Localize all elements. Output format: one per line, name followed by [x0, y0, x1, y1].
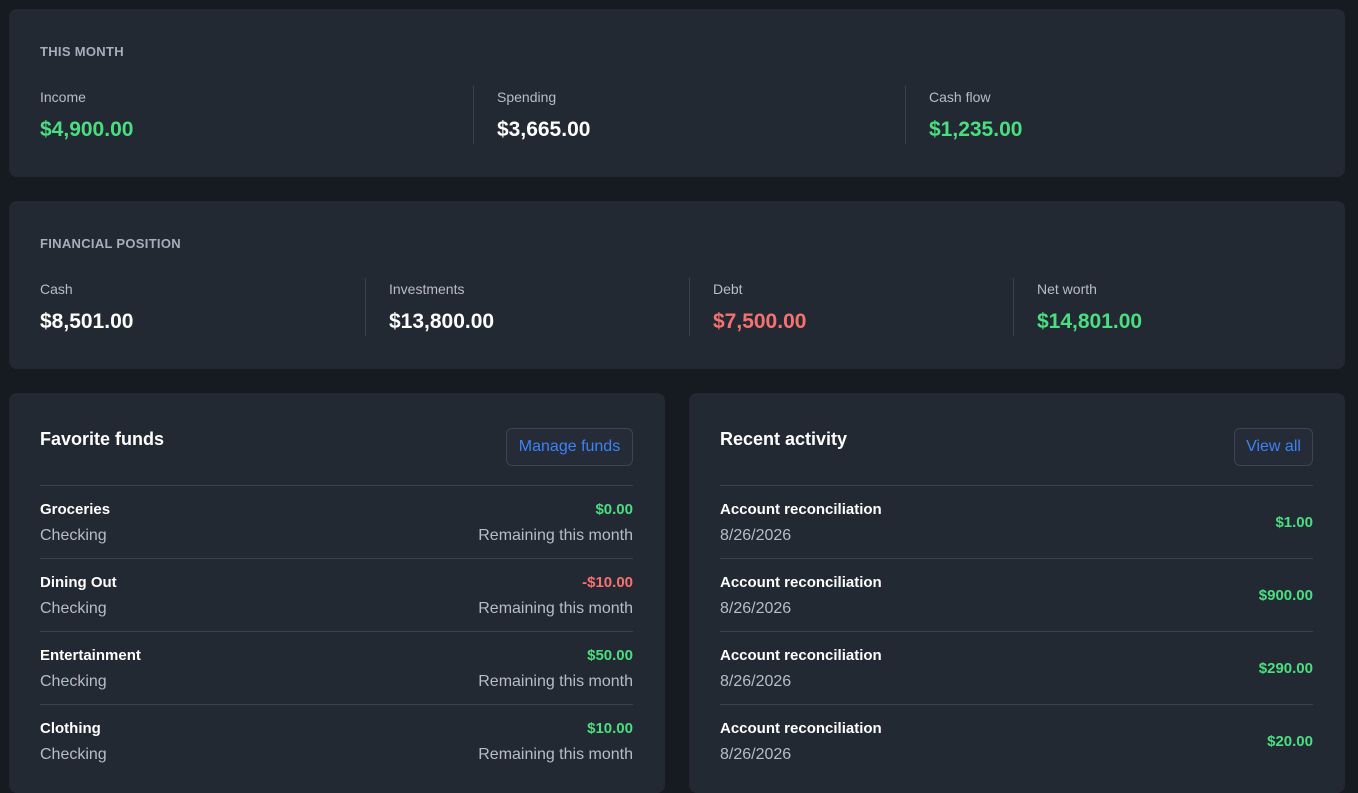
activity-row[interactable]: Account reconciliation 8/26/2026 $20.00 [720, 704, 1313, 777]
fund-amount: $10.00 [587, 720, 633, 737]
fund-name: Dining Out [40, 574, 117, 591]
fund-account: Checking [40, 746, 107, 763]
stat-spending: Spending $3,665.00 [473, 87, 590, 143]
activity-row[interactable]: Account reconciliation 8/26/2026 $1.00 [720, 485, 1313, 558]
activity-amount: $20.00 [1267, 733, 1313, 750]
activity-list: Account reconciliation 8/26/2026 $1.00 A… [720, 485, 1313, 777]
fund-row[interactable]: Clothing Checking $10.00 Remaining this … [40, 704, 633, 777]
activity-row[interactable]: Account reconciliation 8/26/2026 $900.00 [720, 558, 1313, 631]
fund-name: Entertainment [40, 647, 141, 664]
activity-description: Account reconciliation [720, 501, 882, 518]
fund-hint: Remaining this month [478, 746, 633, 763]
stat-debt: Debt $7,500.00 [689, 279, 806, 335]
fund-hint: Remaining this month [478, 673, 633, 690]
stat-value: $3,665.00 [497, 118, 591, 141]
activity-description: Account reconciliation [720, 647, 882, 664]
stat-label: Investments [389, 281, 465, 297]
fund-row[interactable]: Dining Out Checking -$10.00 Remaining th… [40, 558, 633, 631]
stat-label: Spending [497, 89, 557, 105]
recent-activity-panel: Recent activity View all Account reconci… [689, 393, 1345, 793]
fund-name: Clothing [40, 720, 101, 737]
fund-row[interactable]: Entertainment Checking $50.00 Remaining … [40, 631, 633, 704]
financial-position-card: FINANCIAL POSITION Cash $8,501.00 Invest… [9, 201, 1345, 369]
section-label: THIS MONTH [40, 44, 124, 59]
stat-cash: Cash $8,501.00 [40, 279, 133, 335]
fund-account: Checking [40, 600, 107, 617]
stat-value: $4,900.00 [40, 118, 134, 141]
activity-amount: $1.00 [1275, 514, 1313, 531]
activity-description: Account reconciliation [720, 574, 882, 591]
activity-date: 8/26/2026 [720, 673, 792, 690]
stat-label: Cash [40, 281, 73, 297]
stat-value: $1,235.00 [929, 118, 1023, 141]
fund-amount: -$10.00 [582, 574, 633, 591]
stat-value: $8,501.00 [40, 310, 134, 333]
panel-title: Favorite funds [40, 429, 165, 449]
activity-date: 8/26/2026 [720, 527, 792, 544]
fund-amount: $50.00 [587, 647, 633, 664]
stat-label: Net worth [1037, 281, 1097, 297]
fund-account: Checking [40, 673, 107, 690]
stat-label: Income [40, 89, 86, 105]
stat-label: Debt [713, 281, 743, 297]
this-month-card: THIS MONTH Income $4,900.00 Spending $3,… [9, 9, 1345, 177]
fund-name: Groceries [40, 501, 111, 518]
activity-amount: $290.00 [1258, 660, 1313, 677]
fund-list: Groceries Checking $0.00 Remaining this … [40, 485, 633, 777]
stat-cash-flow: Cash flow $1,235.00 [905, 87, 1022, 143]
stat-value: $7,500.00 [713, 310, 807, 333]
stat-net-worth: Net worth $14,801.00 [1013, 279, 1142, 335]
view-all-button[interactable]: View all [1234, 428, 1313, 466]
stat-label: Cash flow [929, 89, 991, 105]
activity-date: 8/26/2026 [720, 600, 792, 617]
stat-investments: Investments $13,800.00 [365, 279, 494, 335]
panel-title: Recent activity [720, 429, 848, 449]
activity-row[interactable]: Account reconciliation 8/26/2026 $290.00 [720, 631, 1313, 704]
favorite-funds-panel: Favorite funds Manage funds Groceries Ch… [9, 393, 665, 793]
activity-date: 8/26/2026 [720, 746, 792, 763]
stat-value: $13,800.00 [389, 310, 495, 333]
stat-income: Income $4,900.00 [40, 87, 133, 143]
fund-hint: Remaining this month [478, 600, 633, 617]
fund-amount: $0.00 [595, 501, 633, 518]
stat-value: $14,801.00 [1037, 310, 1143, 333]
activity-description: Account reconciliation [720, 720, 882, 737]
manage-funds-button[interactable]: Manage funds [506, 428, 633, 466]
fund-account: Checking [40, 527, 107, 544]
activity-amount: $900.00 [1258, 587, 1313, 604]
section-label: FINANCIAL POSITION [40, 236, 181, 251]
fund-hint: Remaining this month [478, 527, 633, 544]
fund-row[interactable]: Groceries Checking $0.00 Remaining this … [40, 485, 633, 558]
